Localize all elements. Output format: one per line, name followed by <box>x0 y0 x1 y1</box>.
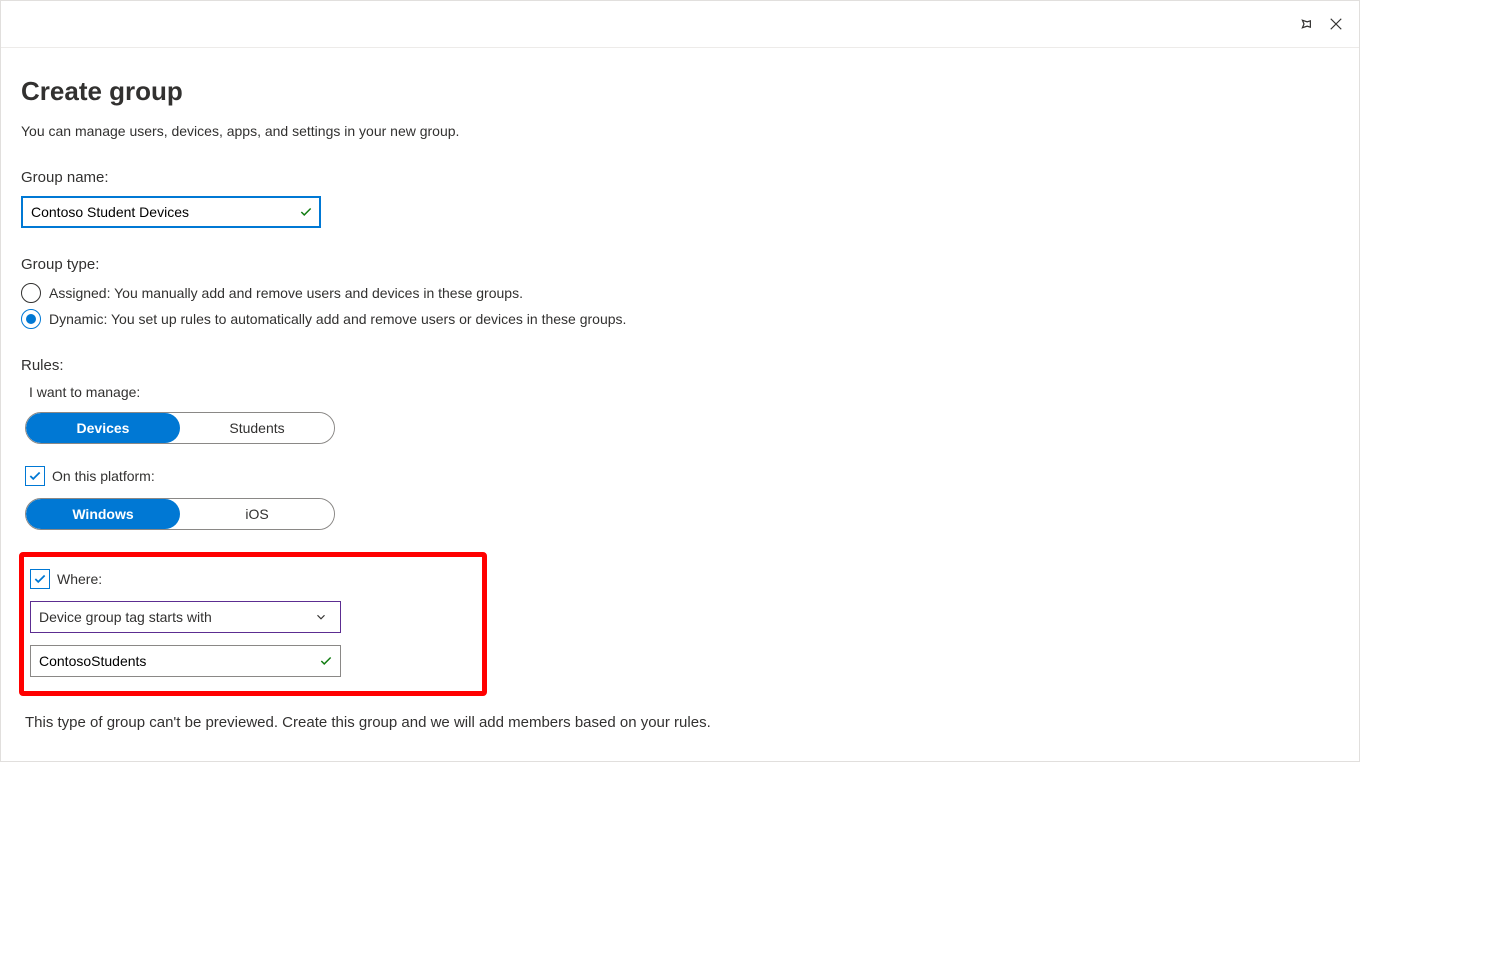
group-type-label: Group type: <box>21 256 1339 273</box>
radio-dynamic-label: Dynamic: You set up rules to automatical… <box>49 311 626 327</box>
group-name-input[interactable] <box>21 196 321 228</box>
checkmark-icon <box>28 469 42 483</box>
where-value-wrap <box>30 645 341 677</box>
radio-dynamic[interactable]: Dynamic: You set up rules to automatical… <box>21 309 1339 329</box>
pin-icon[interactable] <box>1295 15 1313 33</box>
platform-check-row: On this platform: <box>25 466 1339 486</box>
radio-icon <box>21 283 41 303</box>
radio-assigned[interactable]: Assigned: You manually add and remove us… <box>21 283 1339 303</box>
page-description: You can manage users, devices, apps, and… <box>21 123 1339 139</box>
preview-note: This type of group can't be previewed. C… <box>25 714 1339 731</box>
checkmark-icon <box>319 654 333 668</box>
manage-toggle-students[interactable]: Students <box>180 413 334 443</box>
manage-toggle-devices[interactable]: Devices <box>26 413 180 443</box>
panel-header <box>1 1 1359 48</box>
group-name-field-wrap <box>21 196 321 228</box>
checkmark-icon <box>299 205 313 219</box>
where-highlight: Where: Device group tag starts with <box>19 552 487 696</box>
group-type-radiogroup: Assigned: You manually add and remove us… <box>21 283 1339 329</box>
manage-toggle: Devices Students <box>25 412 335 444</box>
group-name-label: Group name: <box>21 169 1339 186</box>
where-condition-dropdown[interactable]: Device group tag starts with <box>30 601 341 633</box>
rules-label: Rules: <box>21 357 1339 374</box>
create-group-panel: Create group You can manage users, devic… <box>0 0 1360 762</box>
rules-block: I want to manage: Devices Students On th… <box>25 384 1339 731</box>
panel-content: Create group You can manage users, devic… <box>1 48 1359 761</box>
chevron-down-icon <box>314 610 328 624</box>
platform-toggle-ios[interactable]: iOS <box>180 499 334 529</box>
manage-label: I want to manage: <box>29 384 1339 400</box>
where-dropdown-value: Device group tag starts with <box>39 609 212 625</box>
where-checkbox[interactable] <box>30 569 50 589</box>
radio-icon <box>21 309 41 329</box>
platform-check-label: On this platform: <box>52 468 155 484</box>
platform-toggle-windows[interactable]: Windows <box>26 499 180 529</box>
platform-checkbox[interactable] <box>25 466 45 486</box>
page-title: Create group <box>21 76 1339 107</box>
where-check-label: Where: <box>57 571 102 587</box>
checkmark-icon <box>33 572 47 586</box>
close-icon[interactable] <box>1327 15 1345 33</box>
where-value-input[interactable] <box>30 645 341 677</box>
where-check-row: Where: <box>30 569 468 589</box>
radio-assigned-label: Assigned: You manually add and remove us… <box>49 285 523 301</box>
platform-toggle: Windows iOS <box>25 498 335 530</box>
